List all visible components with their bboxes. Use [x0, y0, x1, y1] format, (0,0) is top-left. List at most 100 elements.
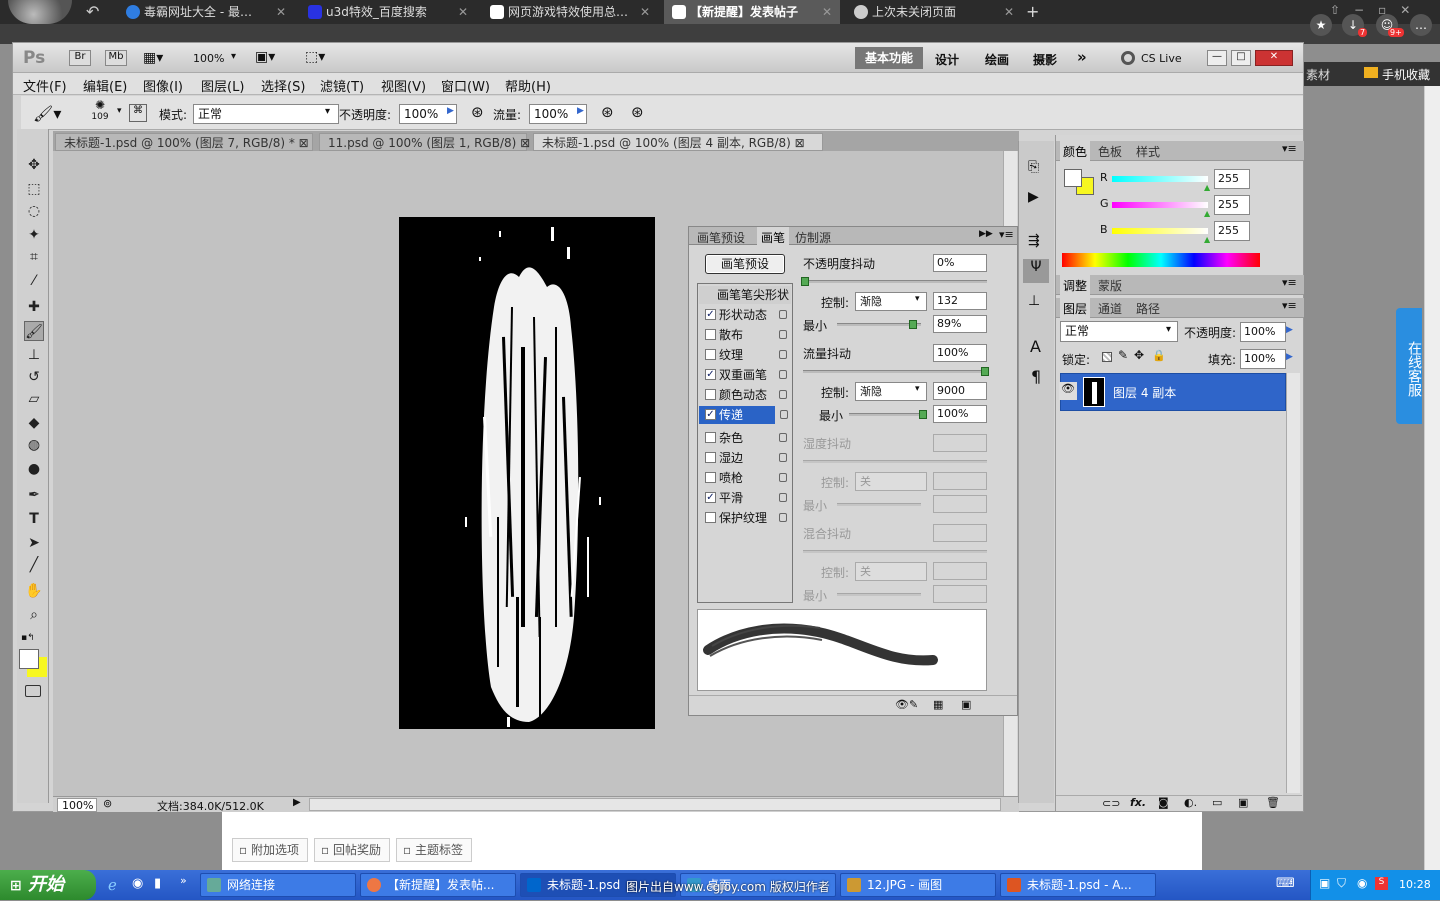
- lock-icon[interactable]: [779, 350, 787, 359]
- close-icon[interactable]: ⊠: [299, 136, 309, 150]
- lock-transparent-icon[interactable]: [1102, 352, 1112, 362]
- zoom-tool-icon[interactable]: ⌕: [24, 605, 44, 625]
- foreground-swatch[interactable]: [1064, 169, 1082, 187]
- brush-panel-toggle-icon[interactable]: ⌘: [129, 104, 147, 122]
- lock-icon[interactable]: [779, 473, 787, 482]
- document-canvas[interactable]: [399, 217, 655, 729]
- background-color-swatch[interactable]: [19, 649, 39, 669]
- brush-grid-icon[interactable]: ▦: [933, 698, 943, 711]
- tab-layers[interactable]: 图层: [1060, 298, 1091, 319]
- brush-tool-icon[interactable]: 🖌: [24, 321, 44, 341]
- history-brush-icon[interactable]: ↺: [24, 367, 44, 387]
- brush-setting-item[interactable]: 杂色: [699, 429, 791, 447]
- dropdown-icon[interactable]: ▾: [915, 294, 920, 304]
- lock-position-icon[interactable]: ✥: [1134, 348, 1144, 362]
- slider-knob[interactable]: ▲: [1204, 235, 1210, 244]
- brush-setting-item[interactable]: 纹理: [699, 346, 791, 364]
- layer-row[interactable]: 👁 图层 4 副本: [1059, 373, 1286, 411]
- character-icon[interactable]: A: [1030, 337, 1041, 356]
- lock-image-icon[interactable]: ✎: [1118, 348, 1128, 362]
- workspace-essentials-button[interactable]: 基本功能: [855, 47, 923, 69]
- b-field[interactable]: 255: [1214, 221, 1250, 241]
- slider-knob[interactable]: ▲: [1204, 183, 1210, 192]
- slider-knob[interactable]: [801, 277, 809, 286]
- layer-opacity-field[interactable]: 100%: [1240, 322, 1286, 342]
- brush-setting-item[interactable]: ✓ 双重画笔: [699, 366, 791, 384]
- back-icon[interactable]: ↶: [86, 2, 99, 21]
- brush-setting-item[interactable]: 保护纹理: [699, 509, 791, 527]
- browser-tab[interactable]: 网页游戏特效使用总… ✕: [482, 0, 658, 24]
- screen-mode-icon[interactable]: ⬚▾: [305, 49, 325, 65]
- line-tool-icon[interactable]: ╱: [24, 555, 44, 575]
- close-icon[interactable]: ✕: [1004, 0, 1014, 24]
- browser-tab-active[interactable]: 【新提醒】发表帖子 ✕: [664, 0, 840, 24]
- marquee-tool-icon[interactable]: ⬚: [24, 179, 44, 199]
- lock-icon[interactable]: [779, 493, 787, 502]
- brush-preview-icon[interactable]: ✺ 109: [87, 98, 113, 128]
- lock-icon[interactable]: [779, 370, 787, 379]
- browser-tab[interactable]: 毒霸网址大全 - 最… ✕: [118, 0, 294, 24]
- tab-brush[interactable]: 画笔: [757, 227, 790, 248]
- g-field[interactable]: 255: [1214, 195, 1250, 215]
- slider-knob[interactable]: [909, 320, 917, 329]
- brush-setting-item[interactable]: ✓ 平滑: [699, 489, 791, 507]
- taskbar-item[interactable]: 12.JPG - 画图: [840, 873, 996, 897]
- bookmark-link[interactable]: 手机收藏: [1382, 66, 1430, 83]
- online-service-widget[interactable]: 在线客服: [1396, 308, 1422, 424]
- toggle-hard-bristle-icon[interactable]: 👁✎: [895, 698, 918, 711]
- opacity-jitter-slider[interactable]: [801, 277, 987, 286]
- add-mask-icon[interactable]: ◙: [1158, 796, 1169, 809]
- quicklaunch-icon[interactable]: ▮: [154, 876, 161, 891]
- document-tab-active[interactable]: 未标题-1.psd @ 100% (图层 4 副本, RGB/8) ⊠: [533, 133, 823, 151]
- bridge-button[interactable]: Br: [69, 50, 91, 66]
- tab-color[interactable]: 颜色: [1060, 141, 1091, 162]
- bookmark-star-icon[interactable]: ★: [1310, 14, 1332, 36]
- workspace-painting-button[interactable]: 绘画: [985, 51, 1009, 68]
- flow-slider-icon[interactable]: ▶: [577, 106, 584, 116]
- panel-menu-icon[interactable]: ▾≡: [999, 228, 1014, 241]
- zoom-dropdown-icon[interactable]: ▾: [231, 51, 236, 62]
- zoom-level[interactable]: 100%: [193, 52, 224, 65]
- document-tab[interactable]: 未标题-1.psd @ 100% (图层 7, RGB/8) * ⊠: [55, 133, 313, 151]
- b-slider[interactable]: [1112, 228, 1208, 234]
- lasso-tool-icon[interactable]: ◌: [24, 201, 44, 221]
- magic-wand-icon[interactable]: ✦: [24, 225, 44, 245]
- tab-masks[interactable]: 蒙版: [1098, 277, 1122, 294]
- flow-jitter-slider[interactable]: [803, 367, 989, 376]
- mode-dropdown-icon[interactable]: ▾: [325, 106, 330, 117]
- more-icon[interactable]: …: [1410, 14, 1432, 36]
- hand-tool-icon[interactable]: ✋: [24, 581, 44, 601]
- move-tool-icon[interactable]: ✥: [24, 155, 44, 175]
- panel-menu-icon[interactable]: ▾≡: [1282, 276, 1297, 289]
- new-layer-icon[interactable]: ▣: [1238, 796, 1248, 809]
- checkbox-checked[interactable]: ✓: [705, 409, 716, 420]
- mini-bridge-button[interactable]: Mb: [105, 50, 127, 66]
- link-layers-icon[interactable]: ⊂⊃: [1102, 797, 1120, 810]
- brush-presets-button[interactable]: 画笔预设: [705, 254, 785, 274]
- flow-jitter-field[interactable]: 100%: [933, 344, 987, 362]
- panel-menu-icon[interactable]: ▾≡: [1282, 142, 1297, 155]
- default-colors-icon[interactable]: ▪↰: [21, 633, 35, 643]
- tab-brush-presets[interactable]: 画笔预设: [697, 229, 745, 246]
- document-tab[interactable]: 11.psd @ 100% (图层 1, RGB/8) ⊠: [319, 133, 530, 151]
- close-button[interactable]: ✕: [1255, 50, 1293, 66]
- bookmark-link[interactable]: 素材: [1306, 66, 1330, 83]
- cs-live-button[interactable]: CS Live: [1141, 52, 1182, 65]
- tab-swatches[interactable]: 色板: [1098, 143, 1122, 160]
- checkbox[interactable]: [705, 452, 716, 463]
- lock-icon[interactable]: [779, 310, 787, 319]
- opacity-slider-icon[interactable]: ▶: [1286, 325, 1293, 335]
- keyboard-icon[interactable]: ⌨: [1276, 876, 1295, 891]
- fade-steps-field[interactable]: 9000: [933, 382, 987, 400]
- arrange-documents-icon[interactable]: ▣▾: [255, 49, 275, 65]
- app-tray-icon[interactable]: S: [1375, 877, 1388, 890]
- color-spectrum-bar[interactable]: [1062, 253, 1260, 267]
- layers-scrollbar[interactable]: [1286, 373, 1300, 793]
- mode-select[interactable]: 正常: [193, 104, 339, 124]
- close-icon[interactable]: ✕: [458, 0, 468, 24]
- r-slider[interactable]: [1112, 176, 1208, 182]
- dropdown-icon[interactable]: ▾: [1166, 324, 1171, 335]
- browser-tab[interactable]: u3d特效_百度搜索 ✕: [300, 0, 476, 24]
- taskbar-item[interactable]: 【新提醒】发表帖...: [360, 873, 516, 897]
- menu-view[interactable]: 视图(V): [381, 76, 426, 95]
